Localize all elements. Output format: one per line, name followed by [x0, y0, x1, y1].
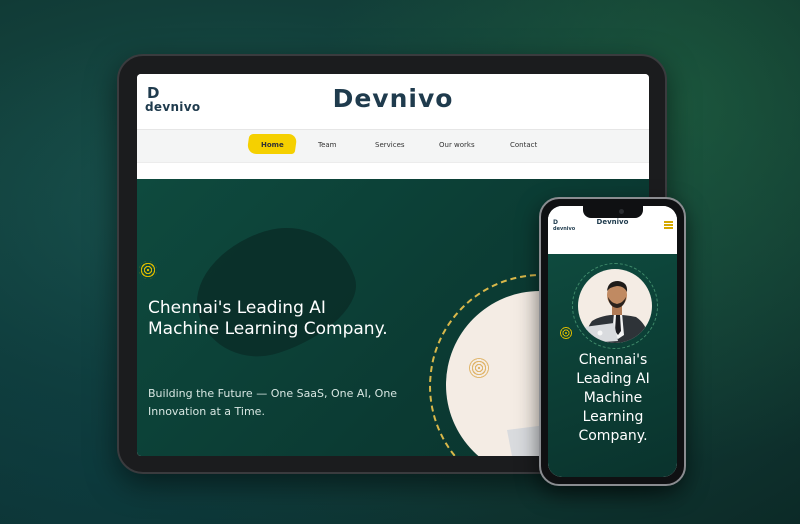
site-header: D devnivo Devnivo [137, 74, 649, 129]
concentric-rings-icon [469, 358, 489, 378]
nav-item-services[interactable]: Services [375, 141, 405, 149]
mobile-businessman-image [584, 281, 650, 343]
mobile-brand-title: Devnivo [596, 218, 629, 226]
mobile-portrait-circle [578, 269, 652, 343]
nav-item-home[interactable]: Home [261, 141, 284, 149]
mobile-logo-word: devnivo [553, 226, 576, 232]
nav-item-our-works[interactable]: Our works [439, 141, 475, 149]
hero-heading: Chennai's Leading AI Machine Learning Co… [148, 298, 388, 339]
mobile-target-rings-icon [559, 326, 573, 340]
hamburger-menu-icon[interactable] [664, 221, 673, 229]
decorative-blob [180, 209, 370, 373]
phone-notch [583, 206, 643, 218]
main-nav: Home Team Services Our works Contact [137, 129, 649, 163]
nav-item-contact[interactable]: Contact [510, 141, 537, 149]
phone-device: D devnivo Devnivo Chennai's Leading AI M… [539, 197, 686, 486]
camera-icon [619, 209, 624, 214]
hero-subtext: Building the Future — One SaaS, One AI, … [148, 387, 398, 418]
nav-item-team[interactable]: Team [318, 141, 337, 149]
phone-screen: D devnivo Devnivo Chennai's Leading AI M… [548, 206, 677, 477]
target-rings-icon [139, 261, 157, 279]
brand-title: Devnivo [332, 84, 454, 113]
mobile-hero: Chennai's Leading AI Machine Learning Co… [548, 254, 677, 477]
mobile-hero-heading: Chennai's Leading AI Machine Learning Co… [576, 352, 650, 444]
